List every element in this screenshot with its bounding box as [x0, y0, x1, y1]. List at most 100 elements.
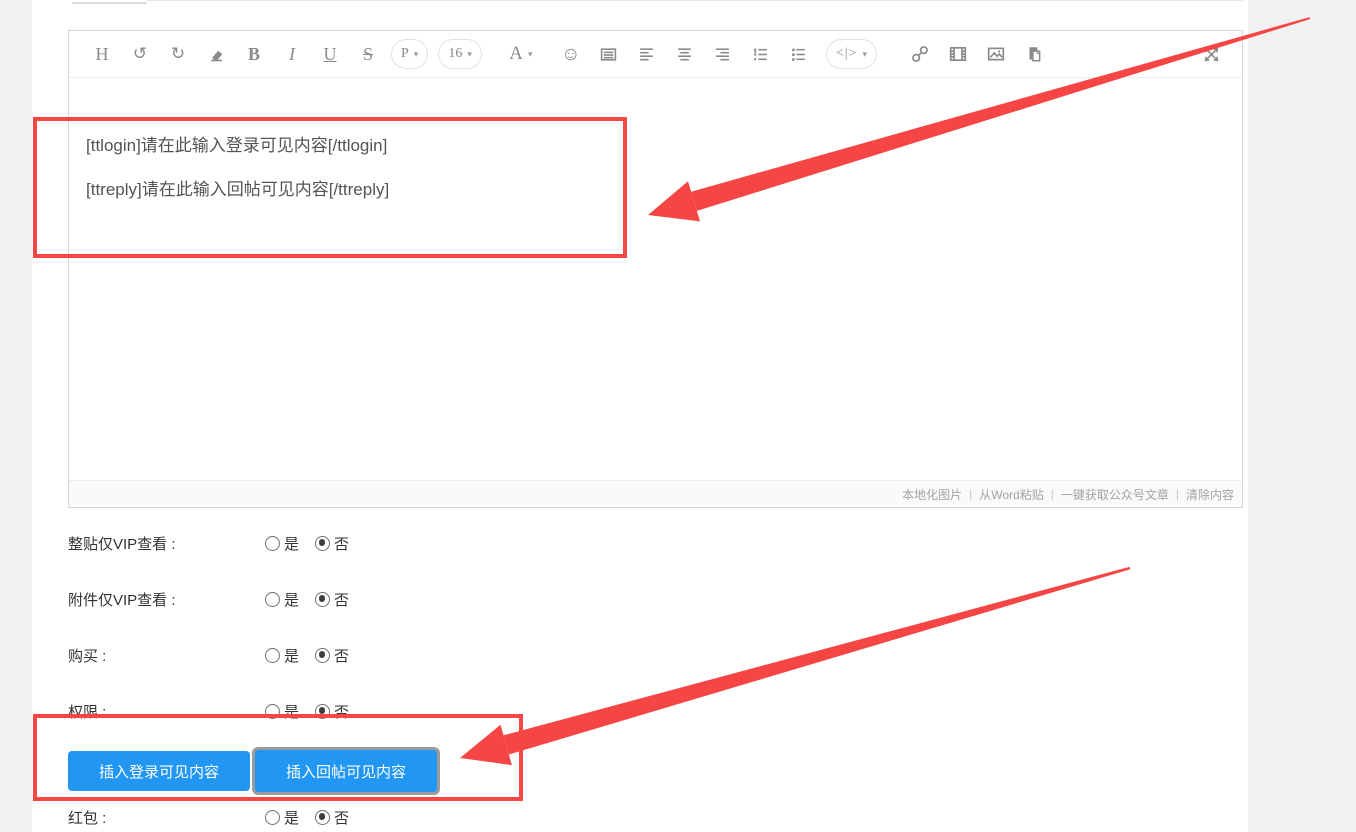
form-row-purchase: 购买 : 是 否: [68, 644, 365, 666]
cropped-element-above: [72, 2, 147, 4]
form-row-attachment-vip: 附件仅VIP查看 : 是 否: [68, 588, 365, 610]
undo-icon[interactable]: ↺: [125, 37, 155, 71]
editor-toolbar: H ↺ ↻ B I U S P ▾ 16 ▾ A ▾ ☺: [69, 31, 1242, 78]
align-left-glyph: [638, 46, 655, 63]
unordered-list-icon[interactable]: [784, 37, 814, 71]
form-label: 红包 :: [68, 807, 265, 828]
quote-block-icon[interactable]: [594, 37, 624, 71]
align-left-icon[interactable]: [632, 37, 662, 71]
align-right-glyph: [714, 46, 731, 63]
radio-label: 是: [284, 807, 299, 828]
image-icon[interactable]: [981, 37, 1011, 71]
radio-label: 是: [284, 645, 299, 666]
chevron-down-icon: ▾: [528, 50, 533, 59]
radio-option-yes[interactable]: 是: [265, 533, 299, 554]
paragraph-format-dropdown[interactable]: P ▾: [391, 39, 428, 69]
radio-option-no[interactable]: 否: [315, 701, 349, 722]
radio-option-yes[interactable]: 是: [265, 645, 299, 666]
radio-label: 是: [284, 589, 299, 610]
cropped-divider-above: [147, 0, 1243, 1]
radio-option-no[interactable]: 否: [315, 533, 349, 554]
form-row-red-packet: 红包 : 是 否: [68, 806, 365, 828]
emoji-icon[interactable]: ☺: [556, 37, 586, 71]
chevron-down-icon: ▾: [467, 50, 472, 59]
italic-label: I: [289, 44, 295, 65]
heading-button[interactable]: H: [87, 37, 117, 71]
radio-button[interactable]: [315, 536, 330, 551]
clear-content-link[interactable]: 清除内容: [1186, 486, 1234, 503]
footer-separator: |: [1051, 487, 1054, 501]
form-row-vip-view: 整贴仅VIP查看 : 是 否: [68, 532, 365, 554]
annotation-arrow-buttons: [460, 567, 1130, 765]
editor-line-ttlogin: [ttlogin]请在此输入登录可见内容[/ttlogin]: [86, 135, 1222, 156]
radio-button[interactable]: [315, 810, 330, 825]
bold-button[interactable]: B: [239, 37, 269, 71]
eraser-icon[interactable]: [201, 37, 231, 71]
font-color-dropdown[interactable]: A ▾: [506, 37, 536, 71]
radio-button[interactable]: [265, 648, 280, 663]
strikethrough-button[interactable]: S: [353, 37, 383, 71]
radio-button[interactable]: [265, 810, 280, 825]
form-label: 购买 :: [68, 645, 265, 666]
ordered-list-glyph: [752, 46, 769, 63]
align-right-icon[interactable]: [708, 37, 738, 71]
radio-label: 否: [334, 533, 349, 554]
font-color-label: A: [509, 43, 523, 65]
insert-login-visible-button[interactable]: 插入登录可见内容: [68, 751, 250, 791]
insert-reply-visible-button[interactable]: 插入回帖可见内容: [252, 747, 440, 795]
radio-option-no[interactable]: 否: [315, 645, 349, 666]
redo-glyph: ↻: [171, 44, 185, 64]
ordered-list-icon[interactable]: [746, 37, 776, 71]
editor-content-area[interactable]: [ttlogin]请在此输入登录可见内容[/ttlogin] [ttreply]…: [69, 78, 1242, 481]
heading-label: H: [96, 44, 109, 65]
bold-label: B: [248, 44, 260, 64]
link-glyph: [911, 45, 929, 63]
radio-button[interactable]: [265, 592, 280, 607]
editor-footer-bar: 本地化图片 | 从Word粘贴 | 一键获取公众号文章 | 清除内容: [69, 480, 1242, 507]
link-icon[interactable]: [905, 37, 935, 71]
form-label: 附件仅VIP查看 :: [68, 589, 265, 610]
strikethrough-label: S: [363, 44, 373, 65]
footer-separator: |: [969, 487, 972, 501]
radio-label: 否: [334, 701, 349, 722]
fetch-wechat-article-link[interactable]: 一键获取公众号文章: [1061, 486, 1169, 503]
paste-icon[interactable]: [1019, 37, 1049, 71]
video-icon[interactable]: [943, 37, 973, 71]
fullscreen-icon[interactable]: [1196, 37, 1226, 71]
radio-button[interactable]: [265, 536, 280, 551]
video-glyph: [949, 45, 967, 63]
redo-icon[interactable]: ↻: [163, 37, 193, 71]
align-center-icon[interactable]: [670, 37, 700, 71]
radio-button[interactable]: [265, 704, 280, 719]
radio-option-yes[interactable]: 是: [265, 807, 299, 828]
font-size-dropdown[interactable]: 16 ▾: [438, 39, 482, 69]
radio-option-no[interactable]: 否: [315, 589, 349, 610]
form-label: 权限 :: [68, 701, 265, 722]
italic-button[interactable]: I: [277, 37, 307, 71]
radio-button[interactable]: [315, 648, 330, 663]
eraser-glyph: [208, 46, 225, 63]
code-value: <|>: [836, 46, 858, 62]
paste-from-word-link[interactable]: 从Word粘贴: [979, 486, 1043, 503]
radio-button[interactable]: [315, 592, 330, 607]
radio-button[interactable]: [315, 704, 330, 719]
radio-option-yes[interactable]: 是: [265, 701, 299, 722]
emoji-glyph: ☺: [561, 45, 580, 64]
radio-label: 否: [334, 807, 349, 828]
paragraph-value: P: [401, 46, 409, 62]
radio-label: 否: [334, 589, 349, 610]
page-left-gutter: [0, 0, 32, 832]
radio-option-no[interactable]: 否: [315, 807, 349, 828]
undo-glyph: ↺: [133, 44, 147, 64]
radio-label: 是: [284, 701, 299, 722]
localize-images-link[interactable]: 本地化图片: [902, 486, 962, 503]
unordered-list-glyph: [790, 46, 807, 63]
paste-glyph: [1025, 45, 1043, 63]
fullscreen-glyph: [1203, 46, 1220, 63]
rich-text-editor: H ↺ ↻ B I U S P ▾ 16 ▾ A ▾ ☺: [68, 30, 1243, 508]
chevron-down-icon: ▾: [414, 50, 419, 59]
form-label: 整贴仅VIP查看 :: [68, 533, 265, 554]
code-dropdown[interactable]: <|> ▾: [826, 39, 877, 69]
radio-option-yes[interactable]: 是: [265, 589, 299, 610]
underline-button[interactable]: U: [315, 37, 345, 71]
